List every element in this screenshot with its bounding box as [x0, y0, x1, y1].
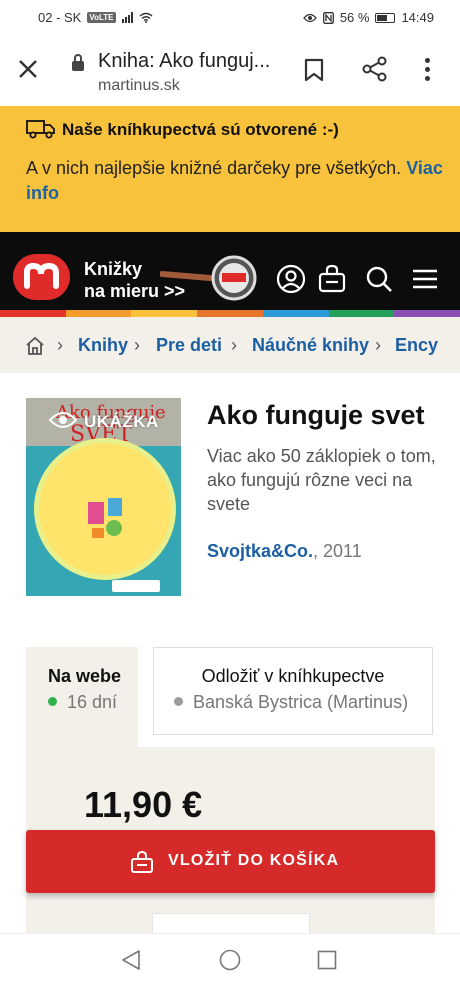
home-button-icon[interactable] [219, 949, 241, 971]
android-navigation-bar [0, 933, 460, 986]
account-icon[interactable] [276, 264, 306, 294]
book-cover-image[interactable]: Ako funguje SVET UKÁŽKA [26, 398, 181, 596]
basket-icon[interactable] [318, 264, 346, 294]
page-title[interactable]: Kniha: Ako funguj... [98, 50, 270, 73]
online-status: 16 dní [48, 692, 117, 713]
close-icon [19, 60, 37, 78]
store-title: Odložiť v kníhkupectve [201, 666, 385, 686]
store-name: Banská Bystrica (Martinus) [193, 692, 409, 712]
lock-icon [72, 54, 84, 71]
frying-pan-illustration [160, 255, 257, 301]
availability-tabs: Na webe 16 dní Odložiť v kníhkupectve Ba… [26, 647, 435, 747]
clock: 14:49 [401, 10, 434, 25]
hamburger-menu-icon[interactable] [411, 268, 439, 290]
online-title: Na webe [48, 666, 122, 686]
close-tab-button[interactable] [18, 56, 38, 84]
chevron-right-icon: › [57, 335, 63, 355]
home-icon[interactable] [25, 337, 45, 355]
header-color-stripe [0, 310, 460, 317]
breadcrumb: › Knihy › Pre deti › Náučné knihy › Ency [0, 317, 460, 373]
breadcrumb-item[interactable]: Náučné knihy [252, 335, 369, 356]
signal-icon [121, 12, 133, 23]
browser-toolbar: Kniha: Ako funguj... martinus.sk [0, 34, 460, 106]
wifi-icon [139, 12, 152, 23]
back-icon[interactable] [121, 949, 141, 971]
product-subtitle: Viac ako 50 záklopiek o tom, ako fungujú… [207, 446, 436, 514]
store-status-dot [174, 697, 183, 706]
url-display[interactable]: martinus.sk [98, 77, 180, 95]
add-to-cart-button[interactable]: VLOŽIŤ DO KOŠÍKA [26, 830, 435, 893]
publisher-line: Svojtka&Co., 2011 [207, 541, 362, 562]
battery-icon [375, 12, 396, 23]
delivery-truck-icon [26, 120, 55, 139]
nfc-icon [322, 11, 334, 24]
notice-heading: Naše kníhkupectvá sú otvorené :-) [62, 120, 339, 139]
add-to-cart-label: VLOŽIŤ DO KOŠÍKA [168, 852, 340, 869]
breadcrumb-item[interactable]: Ency [395, 335, 438, 356]
more-menu-icon[interactable] [425, 58, 431, 85]
breadcrumb-item[interactable]: Pre deti [156, 335, 222, 356]
share-icon[interactable] [362, 56, 388, 82]
preview-badge[interactable]: UKÁŽKA [84, 412, 159, 432]
volte-badge: VoLTE [87, 12, 116, 23]
chevron-right-icon: › [231, 335, 237, 355]
martinus-logo[interactable] [13, 254, 70, 300]
product-title: Ako funguje svet [207, 400, 425, 430]
publication-year: , 2011 [313, 541, 362, 561]
search-icon[interactable] [365, 265, 393, 293]
chevron-right-icon: › [134, 335, 140, 355]
notice-text: A v nich najlepšie knižné darčeky pre vš… [26, 156, 446, 206]
bookmark-icon[interactable] [304, 58, 324, 82]
product-price: 11,90 € [84, 784, 203, 825]
eye-icon [48, 412, 78, 428]
chevron-right-icon: › [375, 335, 381, 355]
store-notice-banner: Naše kníhkupectvá sú otvorené :-) A v ni… [0, 106, 460, 232]
carrier-label: 02 - SK [38, 10, 82, 25]
breadcrumb-item[interactable]: Knihy [78, 335, 128, 356]
tab-store-reserve[interactable]: Odložiť v kníhkupectve Banská Bystrica (… [153, 647, 433, 735]
store-status: Banská Bystrica (Martinus) [174, 692, 408, 713]
status-bar: 02 - SK VoLTE 56 % 14:49 [0, 0, 460, 34]
recent-apps-icon[interactable] [317, 950, 337, 970]
basket-icon [131, 850, 153, 873]
in-stock-dot [48, 697, 57, 706]
notice-body: A v nich najlepšie knižné darčeky pre vš… [26, 158, 402, 178]
tab-online[interactable]: Na webe 16 dní [26, 647, 138, 747]
site-header: Knižky na mieru >> [0, 232, 460, 310]
eye-comfort-icon [302, 13, 317, 22]
online-delivery-time: 16 dní [67, 692, 118, 712]
battery-percent: 56 % [339, 10, 370, 25]
publisher-link[interactable]: Svojtka&Co. [207, 541, 313, 561]
